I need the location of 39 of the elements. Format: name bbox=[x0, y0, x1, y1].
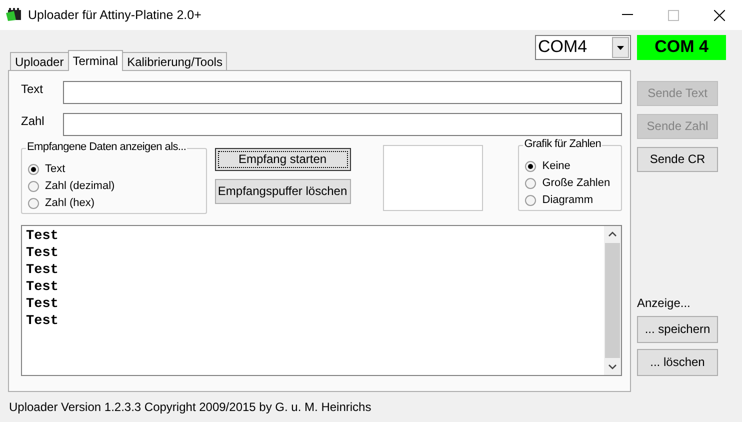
group-legend: Empfangene Daten anzeigen als... bbox=[26, 141, 188, 154]
output-line: Test bbox=[26, 313, 60, 330]
output-line: Test bbox=[26, 262, 60, 279]
action-button[interactable]: Empfangspuffer löschen bbox=[214, 179, 351, 204]
radio-label: Diagramm bbox=[542, 194, 593, 208]
field-label: Zahl bbox=[21, 113, 46, 128]
radio-button[interactable] bbox=[28, 181, 39, 192]
input-field[interactable] bbox=[63, 113, 622, 136]
radio-label: Text bbox=[45, 162, 66, 176]
radio-label: Keine bbox=[542, 160, 570, 174]
radio-label: Zahl (hex) bbox=[45, 196, 95, 210]
output-line: Test bbox=[26, 245, 60, 262]
tab[interactable]: Kalibrierung/Tools bbox=[122, 52, 228, 70]
tab[interactable]: Uploader bbox=[10, 52, 69, 70]
dropdown-arrow-icon bbox=[617, 46, 624, 50]
radio-button[interactable] bbox=[28, 164, 39, 175]
status-text: Uploader Version 1.2.3.3 Copyright 2009/2015 by G. u. M. Heinrichs bbox=[8, 399, 372, 414]
radio-button[interactable] bbox=[28, 198, 39, 209]
action-button[interactable]: Empfang starten bbox=[214, 148, 351, 171]
display-button[interactable]: ... speichern bbox=[637, 316, 718, 343]
port-dropdown[interactable]: COM4 bbox=[535, 35, 631, 60]
radio-label: Große Zahlen bbox=[542, 176, 610, 190]
send-button[interactable]: Sende CR bbox=[637, 147, 718, 172]
output-line: Test bbox=[26, 279, 60, 296]
window-title: Uploader für Attiny-Platine 2.0+ bbox=[28, 8, 202, 22]
tab[interactable]: Terminal bbox=[68, 50, 124, 71]
scrollbar-thumb[interactable] bbox=[605, 243, 620, 358]
display-button[interactable]: ... löschen bbox=[637, 349, 718, 376]
app-icon bbox=[6, 8, 22, 22]
output-line: Test bbox=[26, 228, 60, 245]
radio-button[interactable] bbox=[525, 195, 536, 206]
input-field[interactable] bbox=[63, 81, 622, 104]
field-label: Text bbox=[21, 81, 44, 96]
radio-label: Zahl (dezimal) bbox=[45, 180, 115, 194]
port-status-label: COM 4 bbox=[637, 35, 726, 60]
radio-button[interactable] bbox=[525, 178, 536, 189]
radio-button[interactable] bbox=[525, 161, 536, 172]
output-line: Test bbox=[26, 296, 60, 313]
display-label: Anzeige... bbox=[637, 296, 692, 310]
